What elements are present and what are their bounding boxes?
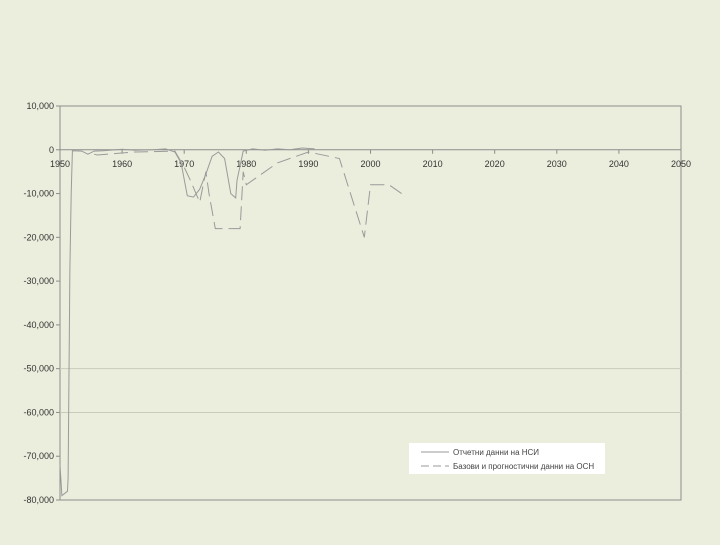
y-tick-label: -70,000: [23, 451, 54, 461]
y-tick-label: -40,000: [23, 320, 54, 330]
x-tick-label: 1950: [50, 159, 70, 169]
y-tick-label: -30,000: [23, 276, 54, 286]
x-tick-label: 1960: [112, 159, 132, 169]
y-tick-label: -20,000: [23, 232, 54, 242]
y-tick-label: 10,000: [26, 101, 54, 111]
x-tick-label: 2020: [485, 159, 505, 169]
x-tick-label: 2010: [423, 159, 443, 169]
y-tick-label: -10,000: [23, 189, 54, 199]
legend-label: Базови и прогностични данни на ОСН: [453, 462, 594, 471]
y-tick-label: 0: [49, 145, 54, 155]
y-tick-label: -80,000: [23, 495, 54, 505]
legend-label: Отчетни данни на НСИ: [453, 448, 539, 457]
line-chart: 10,000 0 -10,000 -20,000 -30,000 -40,000 -50,0…: [23, 101, 691, 505]
legend: Отчетни данни на НСИ Базови и прогностичн…: [409, 443, 605, 474]
y-tick-label: -50,000: [23, 364, 54, 374]
x-tick-label: 1970: [174, 159, 194, 169]
x-tick-label: 2050: [671, 159, 691, 169]
y-tick-label: -60,000: [23, 407, 54, 417]
x-tick-label: 2040: [609, 159, 629, 169]
x-tick-label: 1990: [298, 159, 318, 169]
x-tick-label: 2030: [547, 159, 567, 169]
x-tick-label: 2000: [360, 159, 380, 169]
chart-container: 10,000 0 -10,000 -20,000 -30,000 -40,000 -50,0…: [0, 0, 720, 540]
